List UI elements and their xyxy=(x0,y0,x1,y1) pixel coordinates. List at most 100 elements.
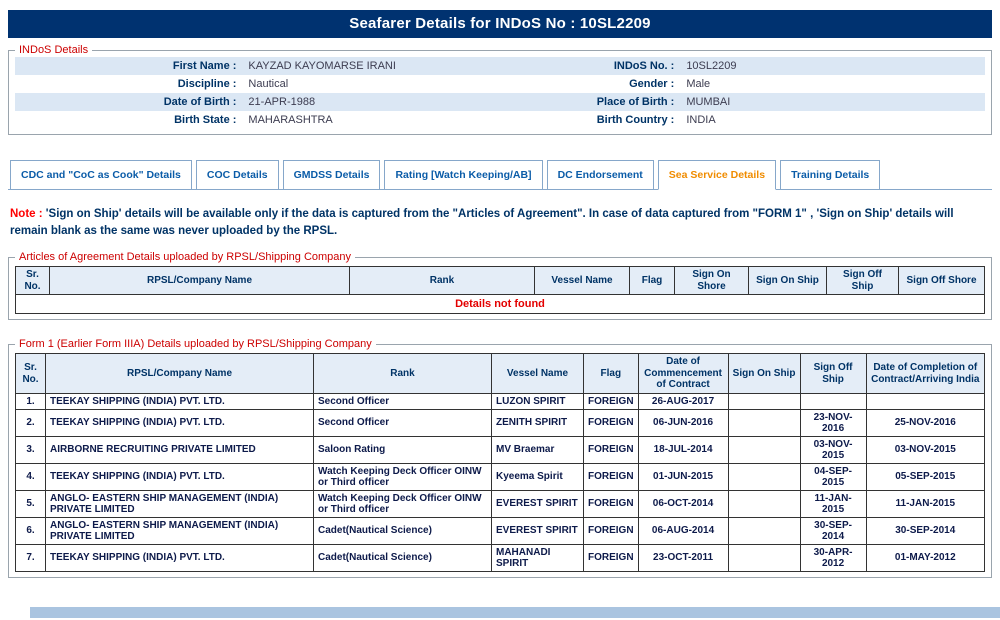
articles-header-row: Sr. No.RPSL/Company NameRankVessel NameF… xyxy=(16,267,985,295)
completion-date-cell: 11-JAN-2015 xyxy=(866,490,984,517)
sign-on-ship-cell xyxy=(728,436,800,463)
sr-no-cell: 1. xyxy=(16,393,46,409)
indos-field-value: Nautical xyxy=(242,75,590,93)
tab-training-details[interactable]: Training Details xyxy=(780,160,880,190)
commencement-date-cell: 26-AUG-2017 xyxy=(638,393,728,409)
tab-rating-watch-keeping-ab[interactable]: Rating [Watch Keeping/AB] xyxy=(384,160,542,190)
commencement-date-cell: 18-JUL-2014 xyxy=(638,436,728,463)
tab-gmdss-details[interactable]: GMDSS Details xyxy=(283,160,381,190)
indos-row: Date of Birth :21-APR-1988Place of Birth… xyxy=(15,93,985,111)
indos-row: Discipline :NauticalGender :Male xyxy=(15,75,985,93)
form1-table-body: 1.TEEKAY SHIPPING (INDIA) PVT. LTD.Secon… xyxy=(16,393,985,571)
sign-off-ship-cell: 03-NOV-2015 xyxy=(800,436,866,463)
column-header: Sign On Ship xyxy=(728,354,800,394)
column-header: RPSL/Company Name xyxy=(50,267,350,295)
sign-off-ship-cell: 30-APR-2012 xyxy=(800,544,866,571)
indos-field-label: First Name : xyxy=(15,57,242,75)
column-header: Date of Completion of Contract/Arriving … xyxy=(866,354,984,394)
sign-on-ship-cell xyxy=(728,409,800,436)
indos-field-label: Birth Country : xyxy=(591,111,681,129)
completion-date-cell xyxy=(866,393,984,409)
sign-off-ship-cell: 23-NOV-2016 xyxy=(800,409,866,436)
table-row: 4.TEEKAY SHIPPING (INDIA) PVT. LTD.Watch… xyxy=(16,463,985,490)
indos-field-label: Birth State : xyxy=(15,111,242,129)
sign-on-ship-cell xyxy=(728,544,800,571)
company-cell: ANGLO- EASTERN SHIP MANAGEMENT (INDIA) P… xyxy=(46,517,314,544)
table-row: 5.ANGLO- EASTERN SHIP MANAGEMENT (INDIA)… xyxy=(16,490,985,517)
flag-cell: FOREIGN xyxy=(584,490,639,517)
form1-table: Sr. No.RPSL/Company NameRankVessel NameF… xyxy=(15,353,985,572)
table-row: 7.TEEKAY SHIPPING (INDIA) PVT. LTD.Cadet… xyxy=(16,544,985,571)
commencement-date-cell: 06-OCT-2014 xyxy=(638,490,728,517)
indos-field-label: Date of Birth : xyxy=(15,93,242,111)
sign-off-ship-cell: 04-SEP-2015 xyxy=(800,463,866,490)
sr-no-cell: 3. xyxy=(16,436,46,463)
indos-field-label: Place of Birth : xyxy=(591,93,681,111)
company-cell: TEEKAY SHIPPING (INDIA) PVT. LTD. xyxy=(46,409,314,436)
column-header: Sr. No. xyxy=(16,267,50,295)
rank-cell: Cadet(Nautical Science) xyxy=(314,544,492,571)
articles-of-agreement-section: Articles of Agreement Details uploaded b… xyxy=(8,251,992,320)
vessel-cell: Kyeema Spirit xyxy=(492,463,584,490)
note-label: Note : xyxy=(10,208,43,220)
flag-cell: FOREIGN xyxy=(584,517,639,544)
column-header: Vessel Name xyxy=(535,267,630,295)
tab-dc-endorsement[interactable]: DC Endorsement xyxy=(547,160,654,190)
form1-legend: Form 1 (Earlier Form IIIA) Details uploa… xyxy=(15,338,376,350)
rank-cell: Saloon Rating xyxy=(314,436,492,463)
note: Note : 'Sign on Ship' details will be av… xyxy=(10,206,990,239)
indos-details-legend: INDoS Details xyxy=(15,44,92,56)
rank-cell: Second Officer xyxy=(314,409,492,436)
note-text: 'Sign on Ship' details will be available… xyxy=(10,208,954,237)
indos-field-label: INDoS No. : xyxy=(591,57,681,75)
indos-row: Birth State :MAHARASHTRABirth Country :I… xyxy=(15,111,985,129)
commencement-date-cell: 06-AUG-2014 xyxy=(638,517,728,544)
tab-sea-service-details[interactable]: Sea Service Details xyxy=(658,160,776,190)
sign-off-ship-cell: 11-JAN-2015 xyxy=(800,490,866,517)
indos-field-value: 21-APR-1988 xyxy=(242,93,590,111)
sr-no-cell: 4. xyxy=(16,463,46,490)
completion-date-cell: 05-SEP-2015 xyxy=(866,463,984,490)
tab-coc-details[interactable]: COC Details xyxy=(196,160,279,190)
table-row: 1.TEEKAY SHIPPING (INDIA) PVT. LTD.Secon… xyxy=(16,393,985,409)
column-header: Sign Off Ship xyxy=(800,354,866,394)
indos-details-table: First Name :KAYZAD KAYOMARSE IRANIINDoS … xyxy=(15,57,985,129)
articles-table: Sr. No.RPSL/Company NameRankVessel NameF… xyxy=(15,266,985,314)
column-header: Sr. No. xyxy=(16,354,46,394)
indos-field-value: 10SL2209 xyxy=(680,57,985,75)
flag-cell: FOREIGN xyxy=(584,436,639,463)
column-header: Rank xyxy=(314,354,492,394)
form1-header-row: Sr. No.RPSL/Company NameRankVessel NameF… xyxy=(16,354,985,394)
commencement-date-cell: 06-JUN-2016 xyxy=(638,409,728,436)
form1-section: Form 1 (Earlier Form IIIA) Details uploa… xyxy=(8,338,992,578)
completion-date-cell: 25-NOV-2016 xyxy=(866,409,984,436)
column-header: Sign On Ship xyxy=(749,267,827,295)
column-header: Flag xyxy=(584,354,639,394)
company-cell: TEEKAY SHIPPING (INDIA) PVT. LTD. xyxy=(46,393,314,409)
indos-details-section: INDoS Details First Name :KAYZAD KAYOMAR… xyxy=(8,44,992,135)
sign-off-ship-cell: 30-SEP-2014 xyxy=(800,517,866,544)
column-header: Sign Off Ship xyxy=(827,267,899,295)
sr-no-cell: 6. xyxy=(16,517,46,544)
sign-on-ship-cell xyxy=(728,393,800,409)
column-header: Rank xyxy=(350,267,535,295)
sign-on-ship-cell xyxy=(728,517,800,544)
indos-row: First Name :KAYZAD KAYOMARSE IRANIINDoS … xyxy=(15,57,985,75)
column-header: RPSL/Company Name xyxy=(46,354,314,394)
seafarer-details-page: Seafarer Details for INDoS No : 10SL2209… xyxy=(0,0,1000,620)
sign-on-ship-cell xyxy=(728,463,800,490)
completion-date-cell: 30-SEP-2014 xyxy=(866,517,984,544)
tab-cdc-and-coc-as-cook-details[interactable]: CDC and "CoC as Cook" Details xyxy=(10,160,192,190)
column-header: Vessel Name xyxy=(492,354,584,394)
commencement-date-cell: 23-OCT-2011 xyxy=(638,544,728,571)
rank-cell: Watch Keeping Deck Officer OINW or Third… xyxy=(314,490,492,517)
footer-strip xyxy=(30,607,1000,618)
company-cell: TEEKAY SHIPPING (INDIA) PVT. LTD. xyxy=(46,463,314,490)
indos-field-label: Discipline : xyxy=(15,75,242,93)
table-row: 2.TEEKAY SHIPPING (INDIA) PVT. LTD.Secon… xyxy=(16,409,985,436)
rank-cell: Second Officer xyxy=(314,393,492,409)
vessel-cell: MAHANADI SPIRIT xyxy=(492,544,584,571)
completion-date-cell: 01-MAY-2012 xyxy=(866,544,984,571)
flag-cell: FOREIGN xyxy=(584,463,639,490)
indos-field-value: Male xyxy=(680,75,985,93)
